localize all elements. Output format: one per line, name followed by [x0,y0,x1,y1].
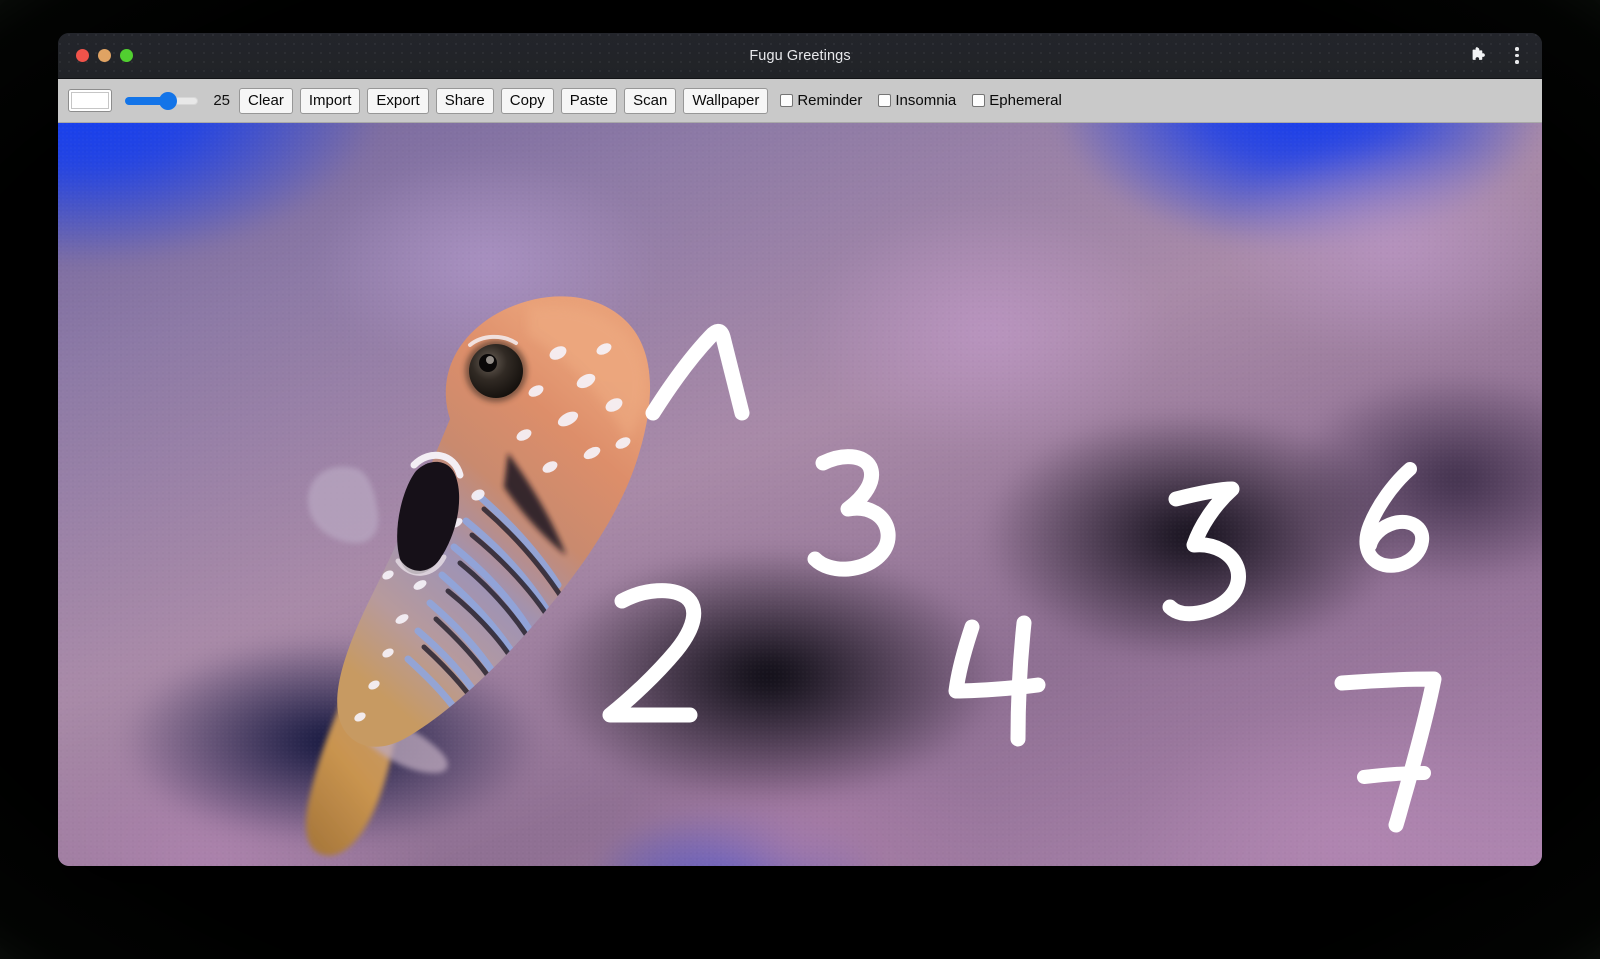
ephemeral-checkbox[interactable] [972,94,986,107]
drawing-toolbar: 25 Clear Import Export Share Copy Paste … [58,79,1542,123]
app-window: Fugu Greetings 25 Clear Import Export Sh… [58,33,1542,866]
export-button[interactable]: Export [367,87,429,114]
window-title: Fugu Greetings [749,47,851,64]
stroke-thickness-slider[interactable] [125,91,198,111]
window-titlebar[interactable]: Fugu Greetings [58,33,1542,79]
extensions-icon[interactable] [1468,45,1490,67]
close-window-button[interactable] [76,49,89,62]
color-picker-swatch[interactable] [68,89,112,112]
stroke-thickness-value: 25 [213,92,230,109]
color-swatch-fill [71,92,109,109]
traffic-light-controls [76,49,133,62]
reminder-checkbox-label: Reminder [797,92,863,109]
browser-menu-icon[interactable] [1506,45,1528,67]
scan-button[interactable]: Scan [624,87,677,114]
reminder-checkbox-group[interactable]: Reminder [780,92,862,109]
insomnia-checkbox-label: Insomnia [895,92,957,109]
titlebar-actions [1468,45,1528,67]
insomnia-checkbox[interactable] [878,94,892,107]
paste-button[interactable]: Paste [560,87,618,114]
wallpaper-button[interactable]: Wallpaper [683,87,769,114]
minimize-window-button[interactable] [98,49,111,62]
drawing-canvas[interactable] [58,123,1542,866]
insomnia-checkbox-group[interactable]: Insomnia [878,92,956,109]
ephemeral-checkbox-group[interactable]: Ephemeral [972,92,1062,109]
reminder-checkbox[interactable] [780,94,794,107]
clear-button[interactable]: Clear [239,87,293,114]
import-button[interactable]: Import [299,87,361,114]
ephemeral-checkbox-label: Ephemeral [989,92,1062,109]
maximize-window-button[interactable] [120,49,133,62]
share-button[interactable]: Share [435,87,494,114]
copy-button[interactable]: Copy [500,87,554,114]
canvas-background-photo [58,123,1542,866]
slider-thumb[interactable] [159,91,178,110]
